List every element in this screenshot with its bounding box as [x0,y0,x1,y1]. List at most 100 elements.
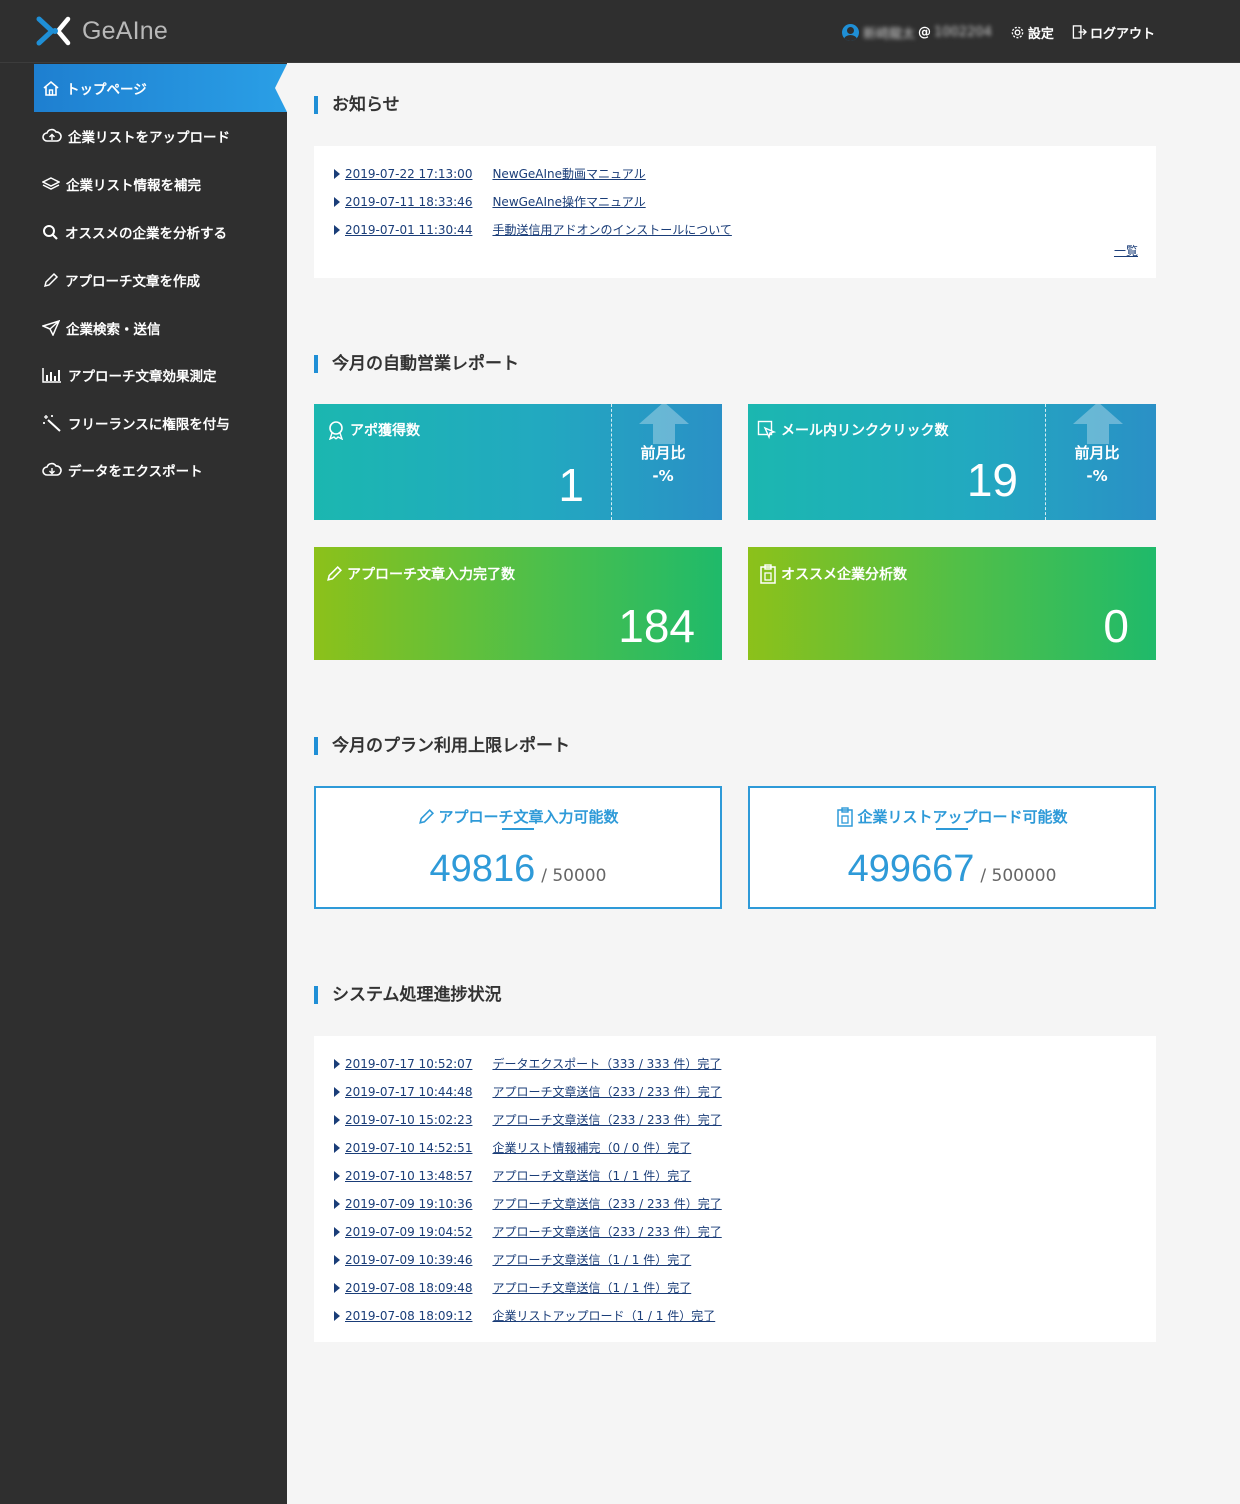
list-upload-label-row: 企業リストアップロード可能数 [750,806,1154,827]
paper-plane-icon [42,320,60,336]
caret-right-icon [334,1226,340,1237]
user-icon [842,23,859,41]
notice-item[interactable]: 2019-07-11 18:33:46 NewGeAIne操作マニュアル [334,193,646,210]
pencil-icon [327,565,343,581]
link-clicks-label: メール内リンククリック数 [781,423,949,439]
sidebar-item-label: アプローチ文章効果測定 [68,369,217,385]
progress-datetime: 2019-07-09 10:39:46 [345,1252,473,1267]
progress-item[interactable]: 2019-07-09 19:10:36 アプローチ文章送信（233 / 233 件… [334,1195,722,1212]
progress-item[interactable]: 2019-07-08 18:09:12 企業リストアップロード（1 / 1 件）完… [334,1307,715,1324]
notices-heading: お知らせ [314,95,400,115]
app-name: GeAIne [82,16,168,45]
progress-item[interactable]: 2019-07-17 10:44:48 アプローチ文章送信（233 / 233 件… [334,1083,722,1100]
clipboard-icon [837,806,854,827]
sidebar-item-analyze[interactable]: オススメの企業を分析する [34,208,287,256]
progress-item[interactable]: 2019-07-08 18:09:48 アプローチ文章送信（1 / 1 件）完了 [334,1279,691,1296]
sidebar-item-label: 企業リスト情報を補完 [66,178,201,194]
sidebar-item-label: トップページ [66,82,147,98]
notices-more-link[interactable]: 一覧 [1114,242,1138,259]
progress-item[interactable]: 2019-07-10 15:02:23 アプローチ文章送信（233 / 233 件… [334,1111,722,1128]
sidebar-item-top-page[interactable]: トップページ [34,64,287,112]
caret-right-icon [334,1310,340,1321]
appointments-tile: アポ獲得数 1 前月比 -% [314,404,722,520]
notice-text: NewGeAIne動画マニュアル [492,167,646,181]
system-progress-panel: 2019-07-17 10:52:07 データエクスポート（333 / 333 件… [314,1036,1156,1342]
notices-panel: 2019-07-22 17:13:00 NewGeAIne動画マニュアル 201… [314,146,1156,278]
sidebar-item-label: データをエクスポート [68,464,203,480]
approach-done-label: アプローチ文章入力完了数 [347,567,515,583]
list-upload-limit: / 500000 [980,866,1057,886]
progress-item[interactable]: 2019-07-10 13:48:57 アプローチ文章送信（1 / 1 件）完了 [334,1167,691,1184]
progress-text: アプローチ文章送信（1 / 1 件）完了 [492,1169,692,1183]
caret-right-icon [334,224,340,235]
caret-right-icon [334,1170,340,1181]
approach-input-label: アプローチ文章入力可能数 [438,808,619,826]
ribbon-award-icon [328,421,344,440]
compare-label: 前月比 [1074,444,1120,462]
list-upload-remaining: 499667 [847,848,975,890]
approach-input-remaining: 49816 [429,848,536,890]
progress-text: アプローチ文章送信（233 / 233 件）完了 [492,1197,722,1211]
caret-right-icon [334,1198,340,1209]
magic-wand-icon [43,415,61,432]
sidebar-item-effect-measure[interactable]: アプローチ文章効果測定 [34,351,287,399]
notice-item[interactable]: 2019-07-22 17:13:00 NewGeAIne動画マニュアル [334,165,646,182]
notice-datetime: 2019-07-11 18:33:46 [345,194,473,209]
progress-datetime: 2019-07-08 18:09:48 [345,1280,473,1295]
system-progress-heading: システム処理進捗状況 [314,985,502,1005]
progress-item[interactable]: 2019-07-10 14:52:51 企業リスト情報補完（0 / 0 件）完了 [334,1139,691,1156]
notice-item[interactable]: 2019-07-01 11:30:44 手動送信用アドオンのインストールについて [334,221,732,238]
top-header: GeAIne 新崎龍太 @ 1002204 設定 ログアウト [0,0,1240,63]
appointments-value: 1 [558,459,584,511]
sidebar-item-upload-list[interactable]: 企業リストをアップロード [34,112,287,160]
caret-right-icon [334,168,340,179]
progress-datetime: 2019-07-17 10:52:07 [345,1056,473,1071]
label-underline [936,828,968,830]
up-arrow-icon [1073,404,1123,444]
progress-datetime: 2019-07-09 19:10:36 [345,1196,473,1211]
sidebar-item-label: 企業検索・送信 [66,322,161,338]
caret-right-icon [334,1142,340,1153]
pencil-icon [419,808,435,824]
link-clicks-tile: メール内リンククリック数 19 前月比 -% [748,404,1156,520]
pencil-icon [43,272,59,287]
caret-right-icon [334,1254,340,1265]
sidebar-item-complement-list[interactable]: 企業リスト情報を補完 [34,160,287,208]
appointments-compare: 前月比 -% [608,442,718,485]
progress-datetime: 2019-07-10 13:48:57 [345,1168,473,1183]
logout-link[interactable]: ログアウト [1072,23,1155,42]
progress-item[interactable]: 2019-07-09 10:39:46 アプローチ文章送信（1 / 1 件）完了 [334,1251,691,1268]
sidebar-item-export[interactable]: データをエクスポート [34,446,287,494]
recommend-analysis-label: オススメ企業分析数 [781,567,907,583]
caret-right-icon [334,196,340,207]
progress-item[interactable]: 2019-07-09 19:04:52 アプローチ文章送信（233 / 233 件… [334,1223,722,1240]
label-underline [502,828,534,830]
user-id: 1002204 [934,24,992,40]
monthly-report-heading: 今月の自動営業レポート [314,354,519,374]
progress-item[interactable]: 2019-07-17 10:52:07 データエクスポート（333 / 333 件… [334,1055,721,1072]
sidebar-item-create-approach[interactable]: アプローチ文章を作成 [34,256,287,304]
approach-done-tile: アプローチ文章入力完了数 184 [314,547,722,660]
settings-link[interactable]: 設定 [1010,23,1054,42]
compare-value: -% [1086,467,1108,485]
sidebar-item-freelance-permission[interactable]: フリーランスに権限を付与 [34,399,287,447]
appointments-label-row: アポ獲得数 [326,420,420,440]
app-logo[interactable]: GeAIne [32,14,168,48]
progress-datetime: 2019-07-08 18:09:12 [345,1308,473,1323]
sidebar-item-search-send[interactable]: 企業検索・送信 [34,304,287,352]
link-clicks-label-row: メール内リンククリック数 [757,420,948,440]
recommend-analysis-label-row: オススメ企業分析数 [759,564,907,584]
caret-right-icon [334,1114,340,1125]
progress-text: 企業リスト情報補完（0 / 0 件）完了 [492,1141,692,1155]
sidebar: トップページ 企業リストをアップロード 企業リスト情報を補完 オススメの企業を分… [0,63,287,1504]
appointments-label: アポ獲得数 [350,423,420,439]
compare-value: -% [652,467,674,485]
progress-text: 企業リストアップロード（1 / 1 件）完了 [492,1309,716,1323]
gear-icon [1011,26,1024,38]
progress-text: データエクスポート（333 / 333 件）完了 [492,1057,722,1071]
sidebar-item-label: オススメの企業を分析する [65,226,227,242]
compare-label: 前月比 [640,444,686,462]
notice-text: NewGeAIne操作マニュアル [492,195,646,209]
progress-text: アプローチ文章送信（233 / 233 件）完了 [492,1085,722,1099]
user-name: 新崎龍太 [863,26,916,42]
